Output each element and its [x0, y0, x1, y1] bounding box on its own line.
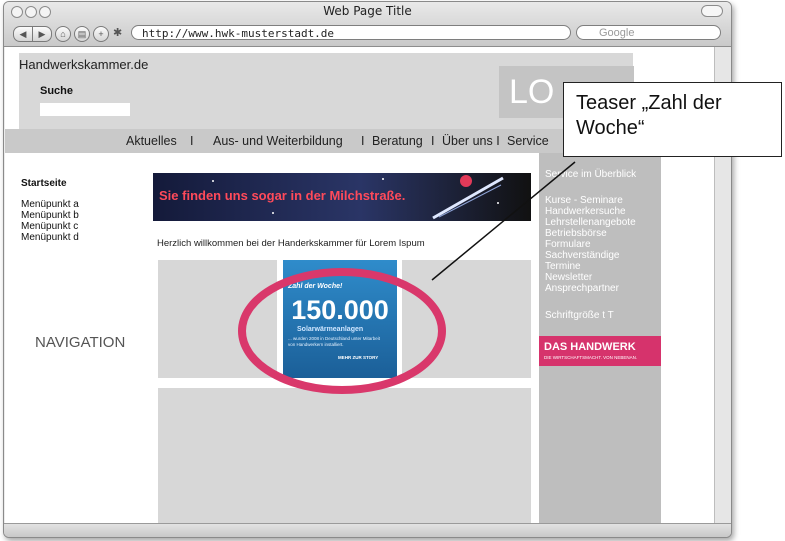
callout-pointer [431, 161, 576, 281]
highlight-ellipse [238, 268, 446, 394]
callout-box: Teaser „Zahl der Woche“ [563, 82, 782, 157]
